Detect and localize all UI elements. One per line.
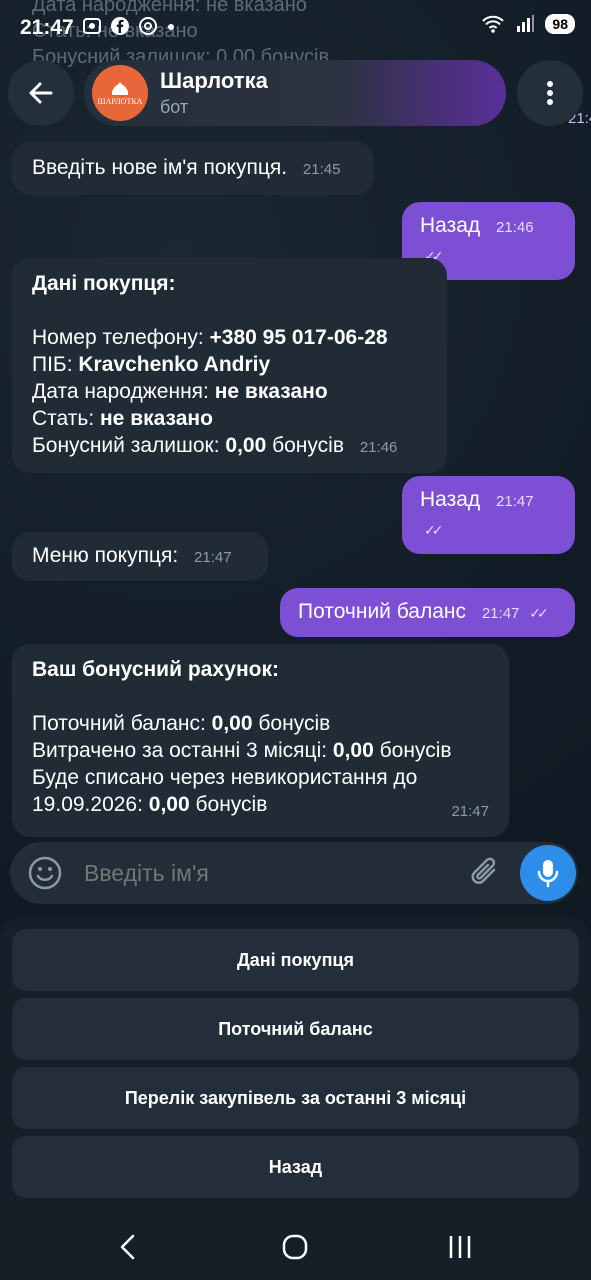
microphone-icon [537, 860, 559, 888]
message-line: Номер телефону: +380 95 017-06-28 [32, 326, 388, 349]
message-text: Назад [420, 214, 481, 237]
message-time: 21:47 [481, 605, 520, 622]
message-heading: Дані покупця: [32, 272, 176, 295]
nav-back-icon[interactable] [118, 1234, 138, 1260]
status-time: 21:47 [20, 16, 74, 39]
message-time: 21:47 [451, 803, 489, 820]
cake-logo-icon [112, 81, 128, 95]
message-time: 21:46 [496, 219, 534, 236]
more-vertical-icon [547, 81, 553, 105]
avatar-text: ШАРЛОТКА [97, 96, 143, 106]
message-time: 21:47 [496, 493, 534, 510]
avatar: ШАРЛОТКА [92, 65, 148, 121]
notification-icons [82, 16, 176, 36]
chatgpt-icon [139, 17, 157, 35]
facebook-icon [111, 17, 129, 35]
read-checkmarks-icon: ✓✓ [424, 522, 444, 538]
message-line: Витрачено за останні 3 місяці: 0,00 бону… [32, 739, 452, 762]
message-heading: Ваш бонусний рахунок: [32, 658, 279, 681]
more-menu-button[interactable] [517, 60, 583, 126]
message-time: 21:46 [359, 439, 398, 456]
message-incoming: Ваш бонусний рахунок: Поточний баланс: 0… [12, 644, 509, 837]
chat-title: Шарлотка [160, 68, 268, 93]
chat-info[interactable]: ШАРЛОТКА Шарлотка бот 21:45 [84, 60, 591, 127]
message-line: Дата народження: не вказано [32, 380, 328, 403]
wifi-icon [482, 15, 505, 33]
message-input[interactable] [82, 859, 456, 888]
message-incoming: Введіть нове ім'я покупця. 21:45 [12, 142, 374, 195]
message-input-bar [10, 842, 578, 904]
message-time: 21:47 [194, 549, 232, 566]
message-outgoing: Назад 21:47 ✓✓ [402, 476, 575, 554]
message-time: 21:45 [302, 161, 341, 178]
emoji-icon[interactable] [28, 856, 62, 890]
microphone-button[interactable] [520, 845, 576, 901]
screenshot-icon [83, 18, 101, 34]
chat-subtitle: бот [160, 97, 189, 117]
keyboard-button[interactable]: Назад [12, 1136, 579, 1198]
chat-header: ШАРЛОТКА Шарлотка бот 21:45 [8, 60, 591, 127]
keyboard-button[interactable]: Дані покупця [12, 929, 579, 991]
message-text: Поточний баланс [298, 600, 466, 623]
read-checkmarks-icon: ✓✓ [529, 605, 549, 621]
message-line: Стать: не вказано [32, 407, 213, 430]
keyboard-button[interactable]: Поточний баланс [12, 998, 579, 1060]
message-incoming: Меню покупця: 21:47 [12, 532, 268, 581]
message-text: Назад [420, 488, 481, 511]
signal-icon [517, 15, 535, 32]
message-line: ПІБ: Kravchenko Andriy [32, 353, 271, 376]
message-incoming: Дані покупця: Номер телефону: +380 95 01… [12, 258, 447, 473]
message-text: Меню покупця: [32, 544, 179, 567]
message-text: Введіть нове ім'я покупця. [32, 156, 288, 179]
status-bar: 21:47 98 [0, 0, 591, 56]
keyboard-button[interactable]: Перелік закупівель за останні 3 місяці [12, 1067, 579, 1129]
message-line: Бонусний залишок: 0,00 бонусів 21:46 [32, 434, 398, 457]
message-line: Поточний баланс: 0,00 бонусів [32, 712, 331, 735]
nav-home-icon[interactable] [282, 1234, 308, 1260]
dot-icon [168, 24, 174, 30]
back-button[interactable] [8, 60, 74, 126]
arrow-left-icon [29, 82, 53, 104]
bot-keyboard: Дані покупця Поточний баланс Перелік зак… [0, 918, 591, 1208]
nav-recents-icon[interactable] [448, 1234, 472, 1260]
battery-indicator: 98 [545, 14, 575, 34]
message-outgoing: Поточний баланс 21:47 ✓✓ [280, 588, 575, 637]
system-icons: 98 [481, 14, 575, 34]
navigation-bar [0, 1208, 591, 1280]
paperclip-icon[interactable] [470, 856, 502, 890]
